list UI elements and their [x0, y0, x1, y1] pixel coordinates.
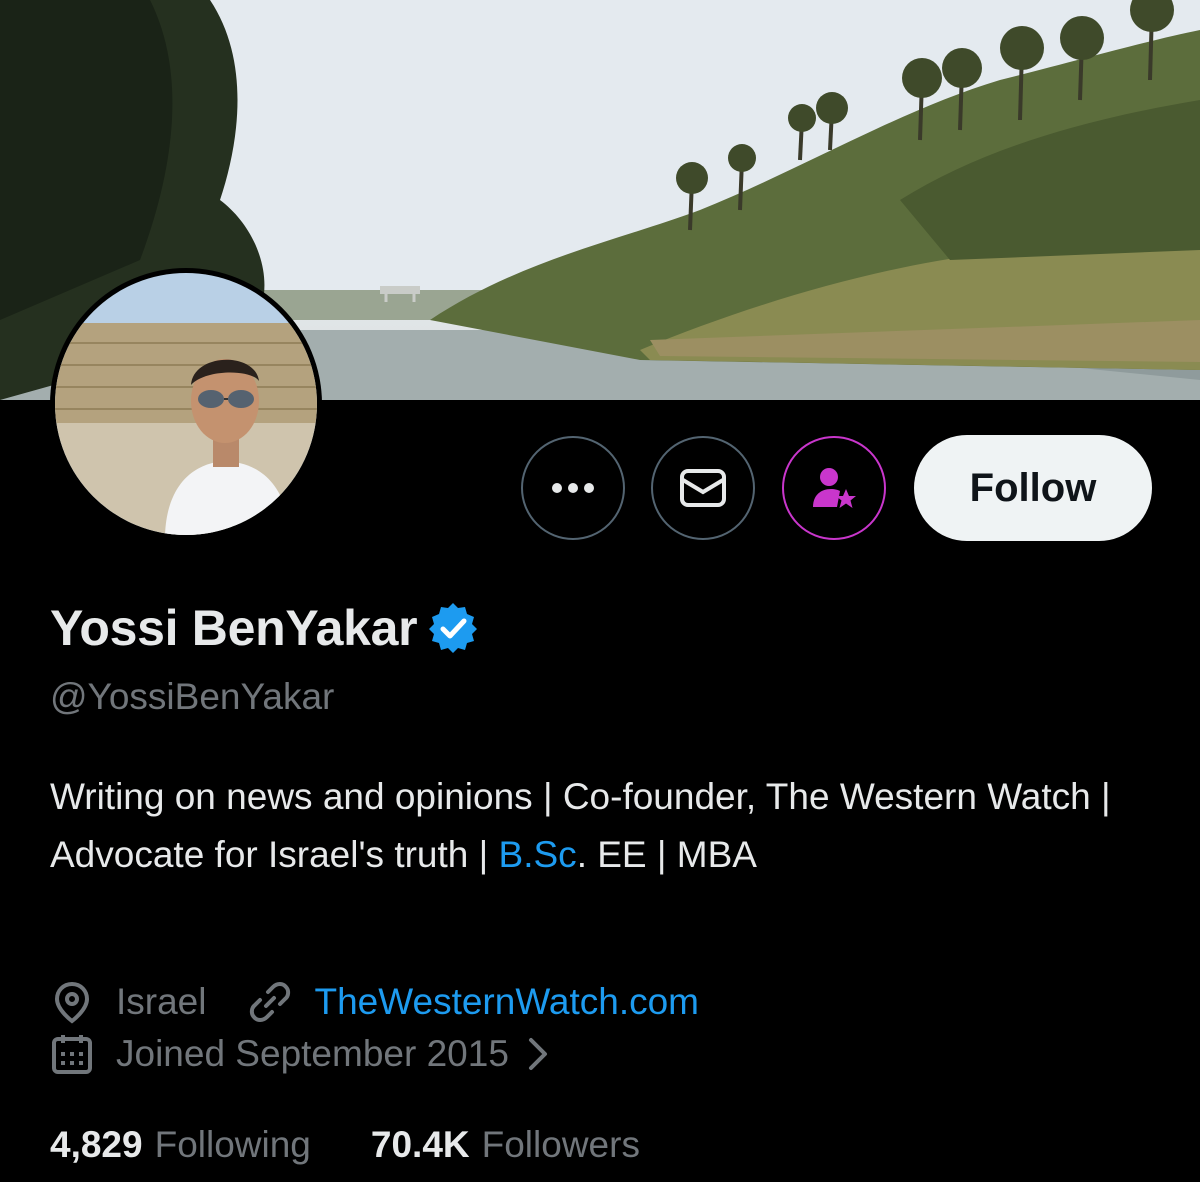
verified-badge-icon[interactable]	[427, 602, 479, 654]
chevron-right-icon	[528, 1038, 547, 1070]
name-row: Yossi BenYakar	[50, 596, 479, 660]
more-options-button[interactable]	[521, 436, 625, 540]
location-pin-icon	[54, 981, 90, 1024]
website-link[interactable]: TheWesternWatch.com	[314, 981, 699, 1023]
profile-meta-row: Israel TheWesternWatch.com	[50, 980, 699, 1024]
bio: Writing on news and opinions | Co-founde…	[50, 768, 1160, 884]
followers-label[interactable]: Followers	[482, 1124, 640, 1166]
calendar-icon	[52, 1035, 92, 1074]
subscribe-button[interactable]	[782, 436, 886, 540]
joined-date: Joined September 2015	[116, 1033, 509, 1074]
followers-count[interactable]: 70.4K	[371, 1124, 470, 1166]
subscribe-icon	[813, 468, 856, 508]
avatar[interactable]	[50, 268, 322, 540]
profile-photo	[55, 273, 317, 535]
follow-button[interactable]: Follow	[914, 435, 1152, 541]
envelope-icon	[680, 469, 726, 507]
bio-text-end: . EE | MBA	[576, 834, 757, 875]
bio-link[interactable]: B.Sc	[499, 834, 577, 875]
follow-label: Follow	[969, 465, 1097, 510]
following-count[interactable]: 4,829	[50, 1124, 143, 1166]
follow-stats: 4,829 Following 70.4K Followers	[50, 1124, 640, 1166]
following-label[interactable]: Following	[155, 1124, 311, 1166]
message-button[interactable]	[651, 436, 755, 540]
more-dots-icon	[552, 483, 594, 493]
link-icon	[250, 982, 291, 1022]
joined-row[interactable]: Joined September 2015	[50, 1032, 551, 1076]
user-handle: @YossiBenYakar	[50, 676, 335, 717]
display-name: Yossi BenYakar	[50, 600, 418, 656]
location-text: Israel	[116, 981, 207, 1022]
